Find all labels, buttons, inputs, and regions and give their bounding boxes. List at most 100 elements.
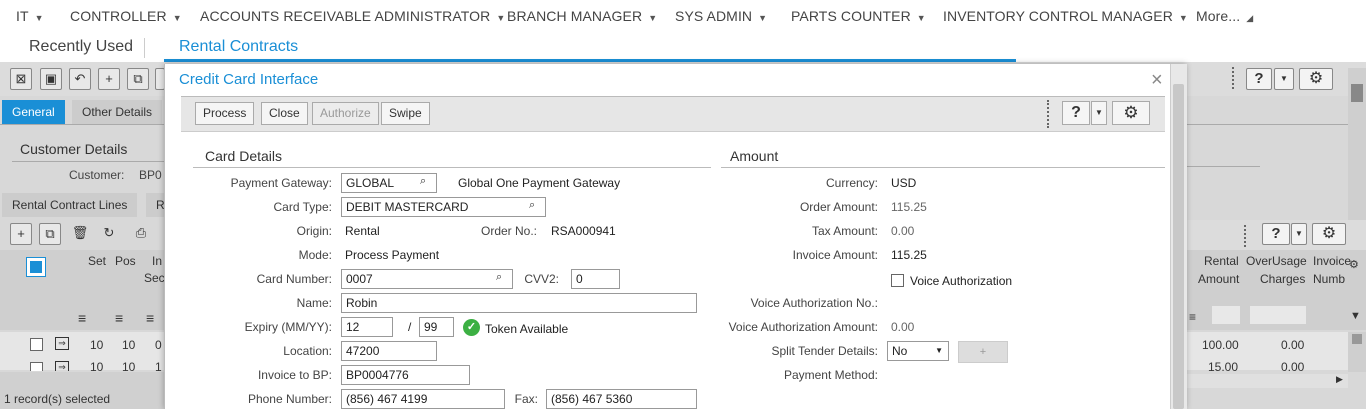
select-all-checkbox[interactable] bbox=[26, 257, 46, 277]
close-button[interactable]: Close bbox=[261, 102, 308, 125]
table-row[interactable] bbox=[0, 356, 164, 370]
table-row[interactable] bbox=[0, 332, 164, 356]
name-input[interactable]: Robin bbox=[341, 293, 697, 313]
row-open-icon[interactable]: ⇒ bbox=[55, 361, 69, 371]
fax-input[interactable]: (856) 467 5360 bbox=[546, 389, 697, 409]
chevron-down-icon: ▼ bbox=[916, 13, 926, 23]
col-pos: Pos bbox=[115, 254, 136, 268]
dialog-scrollbar-thumb[interactable] bbox=[1173, 84, 1184, 409]
help-icon[interactable]: ? bbox=[1246, 68, 1272, 90]
settings-gear-icon[interactable]: ⚙ bbox=[1312, 223, 1346, 245]
tab-recently-used[interactable]: Recently Used bbox=[29, 38, 133, 56]
card-number-input[interactable]: 0007 bbox=[341, 269, 513, 289]
add-line-icon[interactable]: + bbox=[10, 223, 32, 245]
filter-input[interactable] bbox=[1212, 306, 1240, 324]
location-input[interactable]: 47200 bbox=[341, 341, 437, 361]
print-icon[interactable]: ⎙ bbox=[130, 223, 152, 245]
scrollbar-thumb[interactable] bbox=[1352, 334, 1362, 344]
row-rental: 15.00 bbox=[1208, 361, 1239, 371]
row-checkbox[interactable] bbox=[30, 362, 43, 371]
row-overusage: 0.00 bbox=[1281, 338, 1305, 352]
tab-other-details[interactable]: Other Details bbox=[72, 100, 163, 124]
process-button[interactable]: Process bbox=[195, 102, 255, 125]
section-line bbox=[193, 167, 711, 168]
copy-record-icon[interactable]: ⧉ bbox=[127, 68, 149, 90]
row-inv: 1 bbox=[155, 361, 162, 371]
menu-more[interactable]: More... ◢ bbox=[1196, 8, 1253, 24]
invoice-bp-input[interactable]: BP0004776 bbox=[341, 365, 470, 385]
row-open-icon[interactable]: ⇒ bbox=[55, 337, 69, 350]
voice-authorization-checkbox[interactable] bbox=[891, 274, 904, 287]
close-icon[interactable]: × bbox=[1151, 70, 1163, 90]
scrollbar-thumb[interactable] bbox=[1351, 84, 1363, 102]
menu-sys-admin[interactable]: SYS ADMIN ▼ bbox=[675, 8, 767, 24]
tab-general[interactable]: General bbox=[2, 100, 65, 124]
help-dropdown-icon[interactable]: ▼ bbox=[1274, 68, 1294, 90]
invoice-amount-label: Invoice Amount: bbox=[792, 248, 878, 262]
filter-icon[interactable]: ≡ bbox=[78, 310, 86, 326]
split-tender-select[interactable]: No ▼ bbox=[887, 341, 949, 361]
filter-input[interactable] bbox=[1250, 306, 1306, 324]
lookup-icon[interactable]: ⌕ bbox=[496, 271, 502, 284]
refresh-icon[interactable]: ↻ bbox=[98, 223, 120, 245]
order-amount-value: 115.25 bbox=[891, 200, 927, 214]
funnel-icon[interactable]: ▼ bbox=[1350, 310, 1361, 322]
settings-gear-icon[interactable]: ⚙ bbox=[1299, 68, 1333, 90]
phone-input[interactable]: (856) 467 4199 bbox=[341, 389, 505, 409]
fax-label: Fax: bbox=[514, 392, 538, 406]
save-icon[interactable]: ▣ bbox=[40, 68, 62, 90]
lookup-icon[interactable]: ⌕ bbox=[420, 175, 426, 188]
help-dropdown-icon[interactable]: ▼ bbox=[1091, 101, 1107, 125]
menu-inventory-control[interactable]: INVENTORY CONTROL MANAGER ▼ bbox=[943, 8, 1188, 24]
card-type-input[interactable]: DEBIT MASTERCARD bbox=[341, 197, 546, 217]
menu-ar-admin[interactable]: ACCOUNTS RECEIVABLE ADMINISTRATOR ▼ bbox=[200, 8, 505, 24]
help-dropdown-icon[interactable]: ▼ bbox=[1291, 223, 1307, 245]
settings-gear-icon[interactable]: ⚙ bbox=[1349, 258, 1359, 271]
phone-label: Phone Number: bbox=[247, 392, 332, 406]
origin-value: Rental bbox=[345, 224, 380, 238]
currency-label: Currency: bbox=[825, 176, 878, 190]
chevron-down-icon: ▼ bbox=[758, 13, 768, 23]
filter-icon[interactable]: ≡ bbox=[1189, 310, 1196, 324]
help-icon[interactable]: ? bbox=[1062, 101, 1090, 125]
authorize-button[interactable]: Authorize bbox=[312, 102, 379, 125]
payment-method-label: Payment Method: bbox=[783, 368, 878, 382]
filter-icon[interactable]: ≡ bbox=[146, 310, 154, 326]
order-no-value: RSA000941 bbox=[551, 224, 616, 238]
tab-rental-contract-lines[interactable]: Rental Contract Lines bbox=[2, 193, 138, 217]
expiry-month-input[interactable]: 12 bbox=[341, 317, 393, 337]
customer-label: Customer: bbox=[69, 168, 125, 182]
settings-gear-icon[interactable]: ⚙ bbox=[1112, 101, 1150, 125]
col-invoice-1: Invoice bbox=[1313, 254, 1352, 268]
new-record-icon[interactable]: + bbox=[98, 68, 120, 90]
menu-controller[interactable]: CONTROLLER ▼ bbox=[70, 8, 182, 24]
help-icon[interactable]: ? bbox=[1262, 223, 1290, 245]
token-available-label: Token Available bbox=[485, 322, 569, 336]
tab-r[interactable]: R bbox=[146, 193, 165, 217]
col-inv-2: Sec bbox=[144, 271, 165, 285]
horizontal-scrollbar[interactable] bbox=[1186, 374, 1348, 388]
expiry-year-input[interactable]: 99 bbox=[419, 317, 454, 337]
row-checkbox[interactable] bbox=[30, 338, 43, 351]
card-number-label: Card Number: bbox=[256, 272, 332, 286]
menu-branch-manager[interactable]: BRANCH MANAGER ▼ bbox=[507, 8, 657, 24]
copy-line-icon[interactable]: ⧉ bbox=[39, 223, 61, 245]
delete-record-icon[interactable]: ⊠ bbox=[10, 68, 32, 90]
order-no-label: Order No.: bbox=[480, 224, 537, 238]
scroll-right-icon[interactable]: ▶ bbox=[1336, 374, 1343, 385]
lookup-icon[interactable]: ⌕ bbox=[529, 199, 535, 212]
menu-parts-counter[interactable]: PARTS COUNTER ▼ bbox=[791, 8, 926, 24]
add-split-tender-button[interactable]: + bbox=[958, 341, 1008, 363]
trash-icon[interactable]: 🗑 bbox=[69, 223, 91, 245]
chevron-down-icon: ▼ bbox=[935, 346, 943, 355]
chevron-down-icon: ▼ bbox=[648, 13, 658, 23]
filter-icon[interactable]: ≡ bbox=[115, 310, 123, 326]
cvv2-input[interactable]: 0 bbox=[571, 269, 620, 289]
undo-icon[interactable]: ↶ bbox=[69, 68, 91, 90]
menu-it[interactable]: IT ▼ bbox=[16, 8, 44, 24]
location-label: Location: bbox=[283, 344, 332, 358]
row-rental: 100.00 bbox=[1202, 338, 1239, 352]
right-section-line bbox=[1186, 166, 1260, 167]
tab-rental-contracts[interactable]: Rental Contracts bbox=[179, 38, 298, 56]
swipe-button[interactable]: Swipe bbox=[381, 102, 430, 125]
